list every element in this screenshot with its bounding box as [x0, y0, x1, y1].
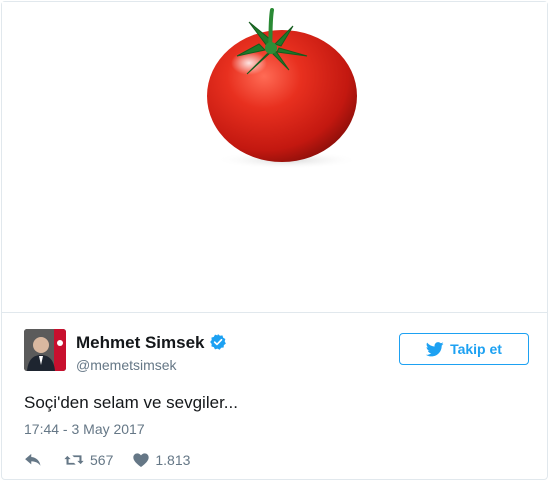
- verified-badge-icon: [209, 334, 226, 350]
- tweet-text: Soçi'den selam ve sevgiler...: [24, 393, 238, 412]
- embedded-tweet-card: Mehmet Simsek @memetsimsek Takip et Soçi…: [1, 1, 548, 480]
- retweet-icon: [64, 455, 84, 465]
- tweet-actions: 567 1.813: [24, 450, 190, 470]
- follow-button[interactable]: Takip et: [399, 333, 529, 365]
- tweet-media[interactable]: [2, 2, 547, 313]
- tweet-timestamp[interactable]: 17:44 - 3 May 2017: [24, 421, 145, 437]
- tomato-image: [207, 8, 359, 169]
- reply-icon: [25, 453, 41, 466]
- like-button[interactable]: 1.813: [133, 452, 190, 468]
- avatar-portrait-icon: [24, 329, 66, 371]
- retweet-button[interactable]: 567: [64, 452, 113, 468]
- avatar[interactable]: [24, 329, 66, 371]
- reply-button[interactable]: [24, 453, 42, 467]
- twitter-bird-icon: [426, 341, 444, 356]
- author-handle[interactable]: @memetsimsek: [76, 357, 177, 373]
- author-name[interactable]: Mehmet Simsek: [76, 333, 227, 353]
- heart-icon: [133, 453, 150, 467]
- follow-button-label: Takip et: [450, 341, 502, 357]
- tweet-author-header: Mehmet Simsek @memetsimsek Takip et: [24, 328, 529, 376]
- like-count: 1.813: [155, 452, 191, 468]
- author-name-text: Mehmet Simsek: [76, 333, 205, 352]
- retweet-count: 567: [90, 452, 114, 468]
